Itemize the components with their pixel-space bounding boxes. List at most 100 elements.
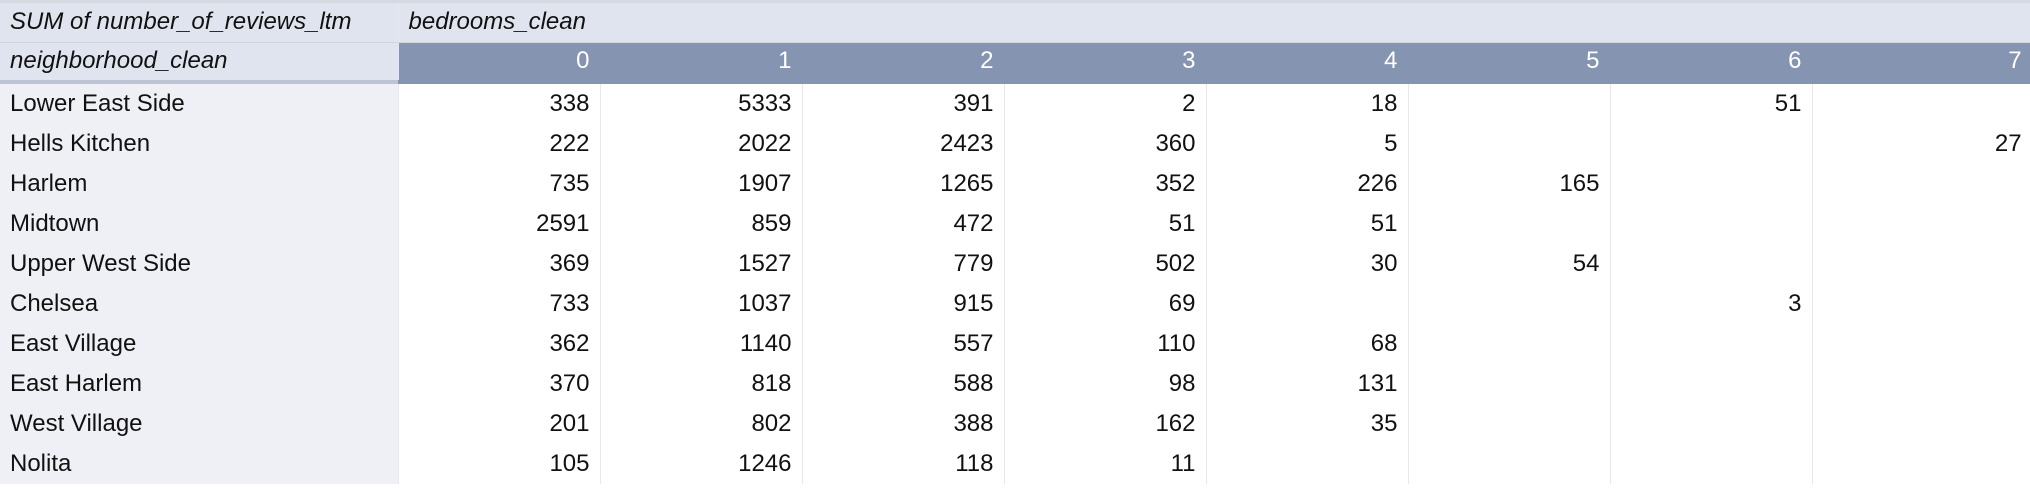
column-header-bedrooms-5[interactable]: 5	[1408, 42, 1611, 80]
table-cell[interactable]: 360	[1004, 124, 1207, 164]
table-cell[interactable]: 51	[1004, 204, 1207, 244]
table-cell[interactable]: 388	[802, 404, 1005, 444]
table-cell[interactable]: 105	[398, 444, 601, 484]
table-cell[interactable]: 222	[398, 124, 601, 164]
table-cell[interactable]: 5333	[600, 84, 803, 124]
column-field-label[interactable]: bedrooms_clean	[398, 3, 2030, 43]
row-label[interactable]: Chelsea	[0, 284, 399, 324]
table-cell[interactable]: 362	[398, 324, 601, 364]
table-cell[interactable]	[1812, 364, 2030, 404]
table-cell[interactable]: 162	[1004, 404, 1207, 444]
table-cell[interactable]: 30	[1206, 244, 1409, 284]
table-cell[interactable]	[1812, 444, 2030, 484]
table-cell[interactable]	[1408, 84, 1611, 124]
table-cell[interactable]: 110	[1004, 324, 1207, 364]
table-cell[interactable]: 165	[1408, 164, 1611, 204]
table-cell[interactable]: 818	[600, 364, 803, 404]
table-cell[interactable]: 98	[1004, 364, 1207, 404]
table-cell[interactable]: 118	[802, 444, 1005, 484]
table-cell[interactable]: 1140	[600, 324, 803, 364]
row-label[interactable]: Midtown	[0, 204, 399, 244]
table-cell[interactable]	[1408, 204, 1611, 244]
table-cell[interactable]: 802	[600, 404, 803, 444]
column-header-bedrooms-4[interactable]: 4	[1206, 42, 1409, 80]
row-label[interactable]: Lower East Side	[0, 84, 399, 124]
column-header-bedrooms-0[interactable]: 0	[398, 42, 601, 80]
column-header-bedrooms-3[interactable]: 3	[1004, 42, 1207, 80]
column-header-bedrooms-7[interactable]: 7	[1812, 42, 2030, 80]
column-header-bedrooms-6[interactable]: 6	[1610, 42, 1813, 80]
table-cell[interactable]: 352	[1004, 164, 1207, 204]
table-cell[interactable]: 54	[1408, 244, 1611, 284]
row-label[interactable]: East Village	[0, 324, 399, 364]
table-cell[interactable]	[1408, 404, 1611, 444]
table-cell[interactable]: 472	[802, 204, 1005, 244]
table-cell[interactable]: 2591	[398, 204, 601, 244]
row-label[interactable]: West Village	[0, 404, 399, 444]
row-label[interactable]: Nolita	[0, 444, 399, 484]
table-cell[interactable]: 131	[1206, 364, 1409, 404]
table-cell[interactable]	[1812, 244, 2030, 284]
table-cell[interactable]: 35	[1206, 404, 1409, 444]
column-header-bedrooms-1[interactable]: 1	[600, 42, 803, 80]
table-cell[interactable]: 735	[398, 164, 601, 204]
table-cell[interactable]	[1812, 204, 2030, 244]
table-cell[interactable]	[1610, 164, 1813, 204]
table-cell[interactable]	[1812, 84, 2030, 124]
table-cell[interactable]: 915	[802, 284, 1005, 324]
table-cell[interactable]: 201	[398, 404, 601, 444]
table-cell[interactable]	[1408, 364, 1611, 404]
table-cell[interactable]: 11	[1004, 444, 1207, 484]
table-cell[interactable]: 1527	[600, 244, 803, 284]
table-cell[interactable]	[1812, 164, 2030, 204]
table-cell[interactable]: 1246	[600, 444, 803, 484]
table-cell[interactable]	[1206, 444, 1409, 484]
table-cell[interactable]: 391	[802, 84, 1005, 124]
table-cell[interactable]: 502	[1004, 244, 1207, 284]
table-cell[interactable]	[1408, 324, 1611, 364]
table-cell[interactable]: 338	[398, 84, 601, 124]
table-cell[interactable]: 69	[1004, 284, 1207, 324]
table-cell[interactable]: 226	[1206, 164, 1409, 204]
table-cell[interactable]: 1037	[600, 284, 803, 324]
table-cell[interactable]: 1907	[600, 164, 803, 204]
table-cell[interactable]: 2423	[802, 124, 1005, 164]
row-field-label[interactable]: neighborhood_clean	[0, 42, 399, 80]
table-cell[interactable]	[1610, 444, 1813, 484]
table-cell[interactable]	[1206, 284, 1409, 324]
table-cell[interactable]	[1408, 124, 1611, 164]
table-cell[interactable]	[1812, 404, 2030, 444]
table-cell[interactable]	[1610, 124, 1813, 164]
table-cell[interactable]: 3	[1610, 284, 1813, 324]
table-cell[interactable]	[1610, 204, 1813, 244]
row-label[interactable]: Hells Kitchen	[0, 124, 399, 164]
table-cell[interactable]: 51	[1610, 84, 1813, 124]
table-cell[interactable]: 5	[1206, 124, 1409, 164]
table-cell[interactable]	[1812, 284, 2030, 324]
column-header-bedrooms-2[interactable]: 2	[802, 42, 1005, 80]
table-cell[interactable]: 2022	[600, 124, 803, 164]
table-cell[interactable]: 733	[398, 284, 601, 324]
row-label[interactable]: Upper West Side	[0, 244, 399, 284]
table-cell[interactable]	[1610, 324, 1813, 364]
table-cell[interactable]	[1408, 444, 1611, 484]
table-cell[interactable]: 370	[398, 364, 601, 404]
table-cell[interactable]: 2	[1004, 84, 1207, 124]
table-cell[interactable]	[1812, 324, 2030, 364]
table-cell[interactable]: 1265	[802, 164, 1005, 204]
row-label[interactable]: East Harlem	[0, 364, 399, 404]
table-cell[interactable]	[1610, 244, 1813, 284]
table-cell[interactable]	[1610, 404, 1813, 444]
value-field-label[interactable]: SUM of number_of_reviews_ltm	[0, 3, 399, 43]
table-cell[interactable]: 369	[398, 244, 601, 284]
table-cell[interactable]	[1610, 364, 1813, 404]
row-label[interactable]: Harlem	[0, 164, 399, 204]
table-cell[interactable]: 68	[1206, 324, 1409, 364]
table-cell[interactable]: 51	[1206, 204, 1409, 244]
table-cell[interactable]: 779	[802, 244, 1005, 284]
table-cell[interactable]: 18	[1206, 84, 1409, 124]
table-cell[interactable]: 588	[802, 364, 1005, 404]
table-cell[interactable]: 557	[802, 324, 1005, 364]
table-cell[interactable]: 859	[600, 204, 803, 244]
table-cell[interactable]	[1408, 284, 1611, 324]
